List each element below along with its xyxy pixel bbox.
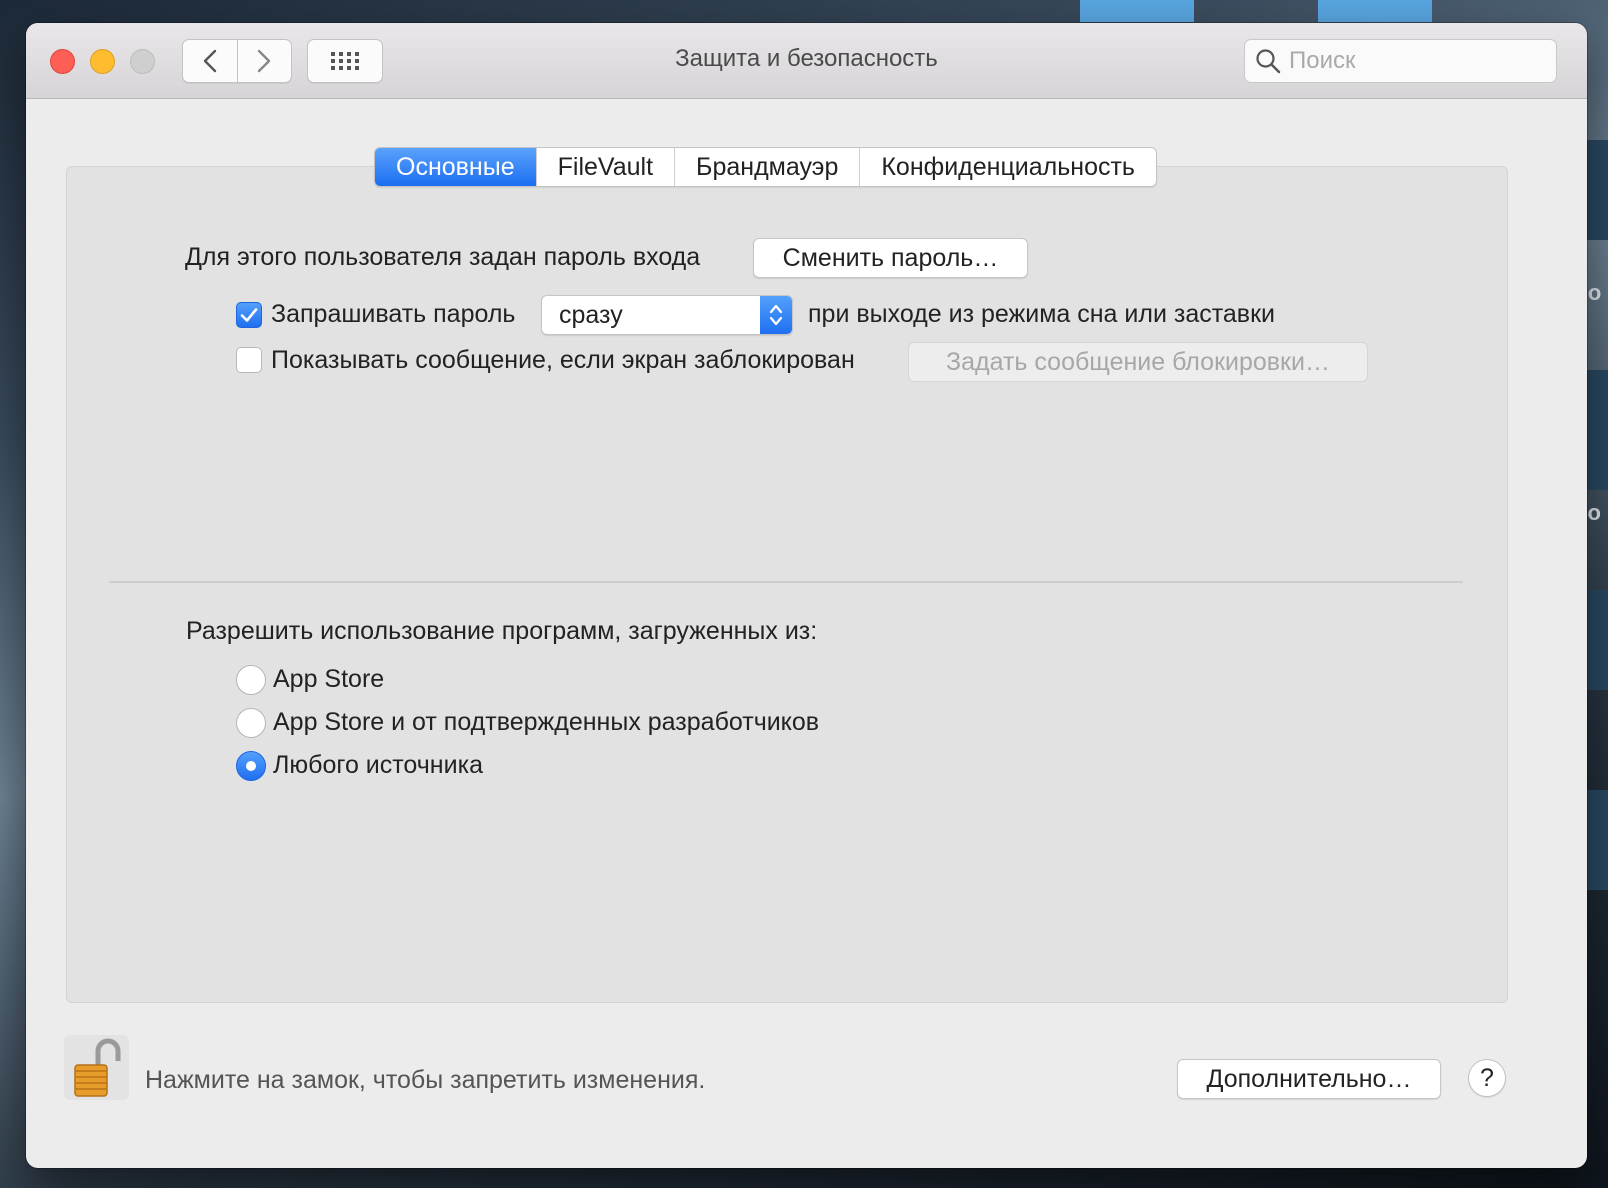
show-lock-message-checkbox[interactable] [236, 347, 262, 373]
radio-app-store-label: App Store [273, 665, 385, 693]
password-status-text: Для этого пользователя задан пароль вход… [185, 243, 701, 271]
checkmark-icon [240, 308, 258, 322]
radio-app-store-identified[interactable] [236, 708, 266, 738]
updown-chevron-icon [769, 304, 783, 326]
search-field[interactable] [1244, 39, 1557, 83]
search-icon [1256, 49, 1281, 74]
require-password-checkbox[interactable] [236, 302, 262, 328]
settings-panel [66, 166, 1508, 1003]
show-lock-message-label: Показывать сообщение, если экран заблоки… [271, 346, 855, 374]
require-password-suffix: при выходе из режима сна или заставки [808, 300, 1275, 328]
tab-firewall[interactable]: Брандмауэр [674, 148, 859, 186]
advanced-button[interactable]: Дополнительно… [1177, 1059, 1441, 1099]
desktop-folder-2 [1318, 0, 1432, 22]
radio-app-store-identified-label: App Store и от подтвержденных разработчи… [273, 708, 820, 736]
allow-apps-heading: Разрешить использование программ, загруж… [186, 617, 818, 645]
lock-hint-text: Нажмите на замок, чтобы запретить измене… [145, 1066, 706, 1094]
require-password-delay-select[interactable]: сразу [541, 295, 793, 335]
section-divider [109, 581, 1463, 583]
search-input[interactable] [1289, 47, 1539, 75]
tab-filevault[interactable]: FileVault [535, 148, 674, 186]
radio-app-store[interactable] [236, 665, 266, 695]
desktop-folder-edge-3 [1586, 590, 1608, 690]
select-value: сразу [559, 301, 623, 329]
radio-selected-dot [246, 761, 256, 771]
desktop-folder-edge-2 [1586, 370, 1608, 490]
desktop-folder-edge-1 [1586, 140, 1608, 240]
security-preferences-window: Защита и безопасность Основные FileVault… [26, 23, 1587, 1168]
require-password-label: Запрашивать пароль [271, 300, 516, 328]
desktop-folder-1 [1080, 0, 1194, 22]
lock-button[interactable] [64, 1035, 129, 1100]
unlocked-padlock-icon [73, 1038, 120, 1097]
help-button[interactable]: ? [1468, 1059, 1506, 1097]
tab-privacy[interactable]: Конфиденциальность [859, 148, 1156, 186]
tab-general[interactable]: Основные [375, 148, 536, 186]
select-arrows [760, 296, 792, 334]
change-password-button[interactable]: Сменить пароль… [753, 238, 1028, 278]
tab-bar: Основные FileVault Брандмауэр Конфиденци… [374, 147, 1157, 187]
set-lock-message-button[interactable]: Задать сообщение блокировки… [908, 342, 1368, 382]
titlebar: Защита и безопасность [26, 23, 1587, 99]
radio-anywhere[interactable] [236, 751, 266, 781]
desktop-folder-edge-4 [1586, 790, 1608, 890]
radio-anywhere-label: Любого источника [273, 751, 483, 779]
